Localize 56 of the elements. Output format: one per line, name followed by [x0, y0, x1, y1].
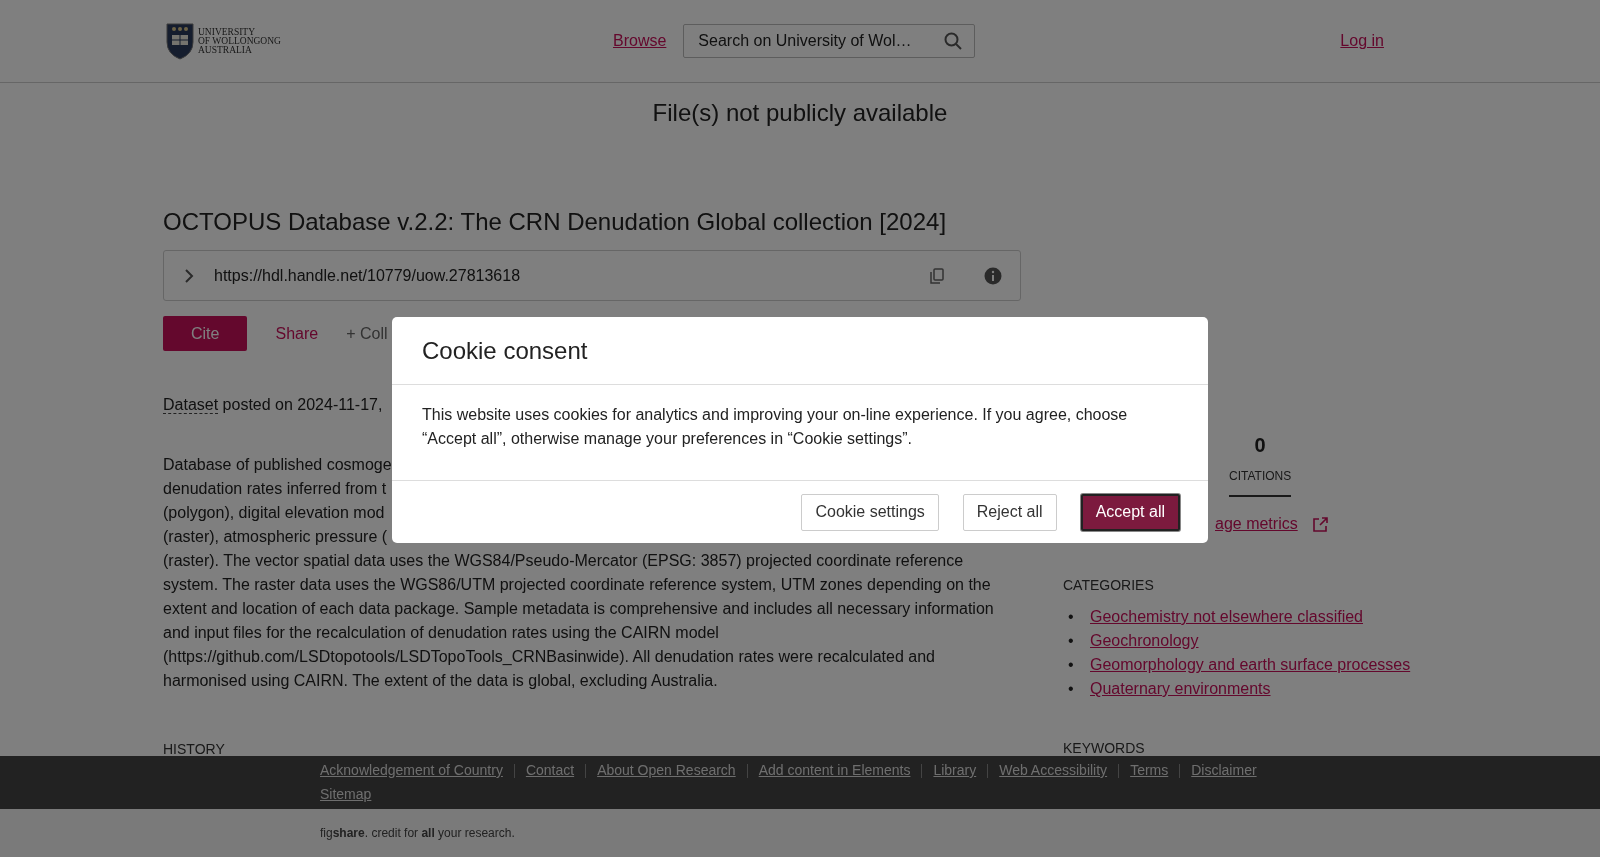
description-line: system. The raster data uses the WGS86/UTM projected coordinate reference system, UTM zones depending on the	[163, 575, 991, 595]
description-line: denudation rates inferred from t	[163, 479, 387, 499]
bullet: •	[1067, 679, 1075, 699]
footer-link[interactable]: Terms	[1130, 760, 1169, 781]
metric-tab[interactable]: 0 CITATIONS	[1229, 434, 1292, 497]
keywords-heading: KEYWORDS	[1063, 740, 1146, 756]
bullet: •	[1067, 607, 1075, 627]
dialog-button[interactable]: Cookie settings	[801, 493, 939, 531]
category-link[interactable]: Quaternary environments	[1090, 677, 1271, 701]
search-box[interactable]: Search on University of Wol…	[683, 24, 976, 58]
info-icon[interactable]	[984, 266, 1002, 285]
description-line: (polygon), digital elevation mod	[163, 503, 385, 523]
collection-button[interactable]: + Coll	[346, 316, 388, 351]
footer-link[interactable]: Sitemap	[320, 784, 372, 805]
footer-link[interactable]: Contact	[525, 760, 575, 781]
cite-button[interactable]: Cite	[163, 316, 248, 351]
browse-link[interactable]: Browse	[613, 32, 667, 50]
crest-icon	[165, 22, 195, 60]
dialog-button[interactable]: Reject all	[962, 493, 1057, 531]
description-line: (raster), atmospheric pressure (	[163, 527, 388, 547]
external-link-icon[interactable]	[1311, 515, 1329, 533]
share-button[interactable]: Share	[275, 316, 319, 351]
bullet: •	[1067, 631, 1075, 651]
footer-link[interactable]: Web Accessibility	[999, 760, 1108, 781]
description-line: (raster). The vector spatial data uses the WGS84/Pseudo-Mercator (EPSG: 3857) projected coordinate reference	[163, 551, 964, 571]
bullet: •	[1067, 655, 1075, 675]
category-link[interactable]: Geochronology	[1090, 629, 1199, 653]
login-link[interactable]: Log in	[1340, 32, 1384, 50]
handle-url: https://hdl.handle.net/10779/uow.27813618	[214, 266, 522, 285]
description-line: Database of published cosmoge	[163, 455, 392, 475]
footer-link[interactable]: Disclaimer	[1191, 760, 1257, 781]
footer-link[interactable]: Library	[933, 760, 977, 781]
category-link[interactable]: Geochemistry not elsewhere classified	[1090, 605, 1363, 629]
description-line: (https://github.com/LSDtopotools/LSDTopoTools_CRNBasinwide). All denudation rates were recalculated and	[163, 647, 935, 667]
credit-text: figshare. credit for all your research.	[320, 826, 515, 840]
posted-info: Dataset posted on 2024-11-17,	[163, 396, 383, 414]
accept-button[interactable]: Accept all	[1080, 493, 1180, 531]
categories-heading: CATEGORIES	[1063, 577, 1155, 593]
description-line: extent and location of each data package. Sample metadata is comprehensive and includes all necessary information	[163, 599, 994, 619]
copy-icon[interactable]	[930, 267, 944, 284]
category-link[interactable]: Geomorphology and earth surface processes	[1090, 653, 1411, 677]
search-field[interactable]: Search on University of Wol…	[698, 25, 945, 57]
description-line: harmonised using CAIRN. The extent of the data is global, excluding Australia.	[163, 671, 718, 691]
history-heading: HISTORY	[163, 741, 226, 756]
logo-text: UNIVERSITY OF WOLLONGONG AUSTRALIA	[198, 27, 281, 55]
footer-link[interactable]: About Open Research	[597, 760, 736, 781]
chevron-right-icon[interactable]	[184, 267, 194, 284]
dialog-title: Cookie consent	[422, 336, 588, 365]
dataset-title: OCTOPUS Database v.2.2: The CRN Denudation Global collection [2024]	[163, 208, 948, 236]
dialog-message: This website uses cookies for analytics and improving your on-line experience. If you agree, choose “Accept all”, otherwise manage your preferences in “Cookie settings”.	[422, 405, 1129, 449]
footer-link[interactable]: Add content in Elements	[758, 760, 911, 781]
availability-notice: File(s) not publicly available	[652, 99, 948, 127]
footer-link[interactable]: Acknowledgement of Country	[320, 760, 503, 781]
search-icon[interactable]	[944, 32, 963, 50]
description-line: and input files for the recalculation of denudation rates using the CAIRN model	[163, 623, 719, 643]
usage-metrics-link[interactable]: age metrics	[1215, 515, 1298, 533]
